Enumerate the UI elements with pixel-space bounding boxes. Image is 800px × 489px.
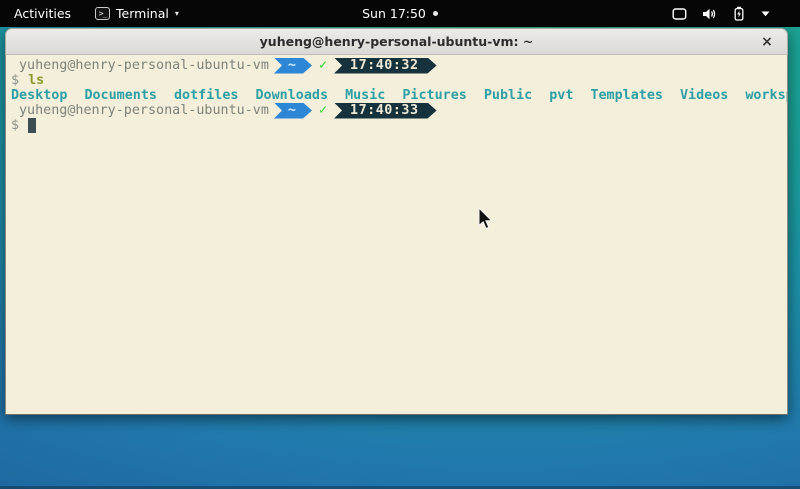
ls-entry: Public xyxy=(484,88,532,103)
ls-output: Desktop Documents dotfiles Downloads Music Pi… xyxy=(11,88,787,103)
prompt-cwd-segment: ~ xyxy=(274,103,312,119)
window-title: yuheng@henry-personal-ubuntu-vm: ~ xyxy=(260,34,534,49)
system-status-area[interactable] xyxy=(672,6,800,21)
desktop-background: Activities >_ Terminal ▾ Sun 17:50 xyxy=(0,0,800,489)
ls-entry: Downloads xyxy=(256,88,329,103)
prompt-line-2: yuheng@henry-personal-ubuntu-vm ~ ✓ 17:4… xyxy=(11,103,787,118)
terminal-content[interactable]: yuheng@henry-personal-ubuntu-vm ~ ✓ 17:4… xyxy=(5,55,788,415)
ls-entry: dotfiles xyxy=(174,88,239,103)
prompt-line-1: yuheng@henry-personal-ubuntu-vm ~ ✓ 17:4… xyxy=(11,58,787,73)
text-cursor xyxy=(28,118,36,133)
chevron-down-icon xyxy=(761,11,770,17)
prompt-user-host: yuheng@henry-personal-ubuntu-vm xyxy=(11,103,269,118)
prompt-status-check-icon: ✓ xyxy=(319,103,327,118)
input-line[interactable]: $ xyxy=(11,118,787,133)
prompt-symbol: $ xyxy=(11,118,19,133)
mouse-cursor-icon xyxy=(478,207,494,231)
screen-share-icon xyxy=(672,7,687,21)
clock-label[interactable]: Sun 17:50 xyxy=(362,6,426,21)
ls-entry: Desktop xyxy=(11,88,67,103)
terminal-window: yuheng@henry-personal-ubuntu-vm: ~ × yuh… xyxy=(5,28,788,415)
command-line: $ ls xyxy=(11,73,787,88)
battery-charging-icon xyxy=(732,6,746,21)
notification-dot-icon xyxy=(433,11,438,16)
prompt-status-check-icon: ✓ xyxy=(319,58,327,73)
prompt-time-segment: 17:40:33 xyxy=(334,103,437,119)
terminal-app-icon: >_ xyxy=(95,7,110,20)
prompt-user-host: yuheng@henry-personal-ubuntu-vm xyxy=(11,58,269,73)
app-menu-terminal[interactable]: >_ Terminal ▾ xyxy=(95,6,179,21)
prompt-time-segment: 17:40:32 xyxy=(334,58,437,74)
app-menu-label: Terminal xyxy=(116,6,169,21)
command-text: ls xyxy=(28,73,44,88)
activities-button[interactable]: Activities xyxy=(10,6,75,21)
chevron-down-icon: ▾ xyxy=(175,9,179,18)
close-icon[interactable]: × xyxy=(757,32,777,52)
ls-entry: Templates xyxy=(590,88,663,103)
volume-icon xyxy=(702,7,717,21)
prompt-cwd-segment: ~ xyxy=(274,58,312,74)
ls-entry: Videos xyxy=(680,88,728,103)
ls-entry: workspace xyxy=(745,88,788,103)
ls-entry: Pictures xyxy=(402,88,467,103)
window-titlebar[interactable]: yuheng@henry-personal-ubuntu-vm: ~ × xyxy=(5,28,788,55)
ls-entry: pvt xyxy=(549,88,573,103)
gnome-top-bar: Activities >_ Terminal ▾ Sun 17:50 xyxy=(0,0,800,27)
prompt-symbol: $ xyxy=(11,73,19,88)
ls-entry: Music xyxy=(345,88,385,103)
ls-entry: Documents xyxy=(84,88,157,103)
